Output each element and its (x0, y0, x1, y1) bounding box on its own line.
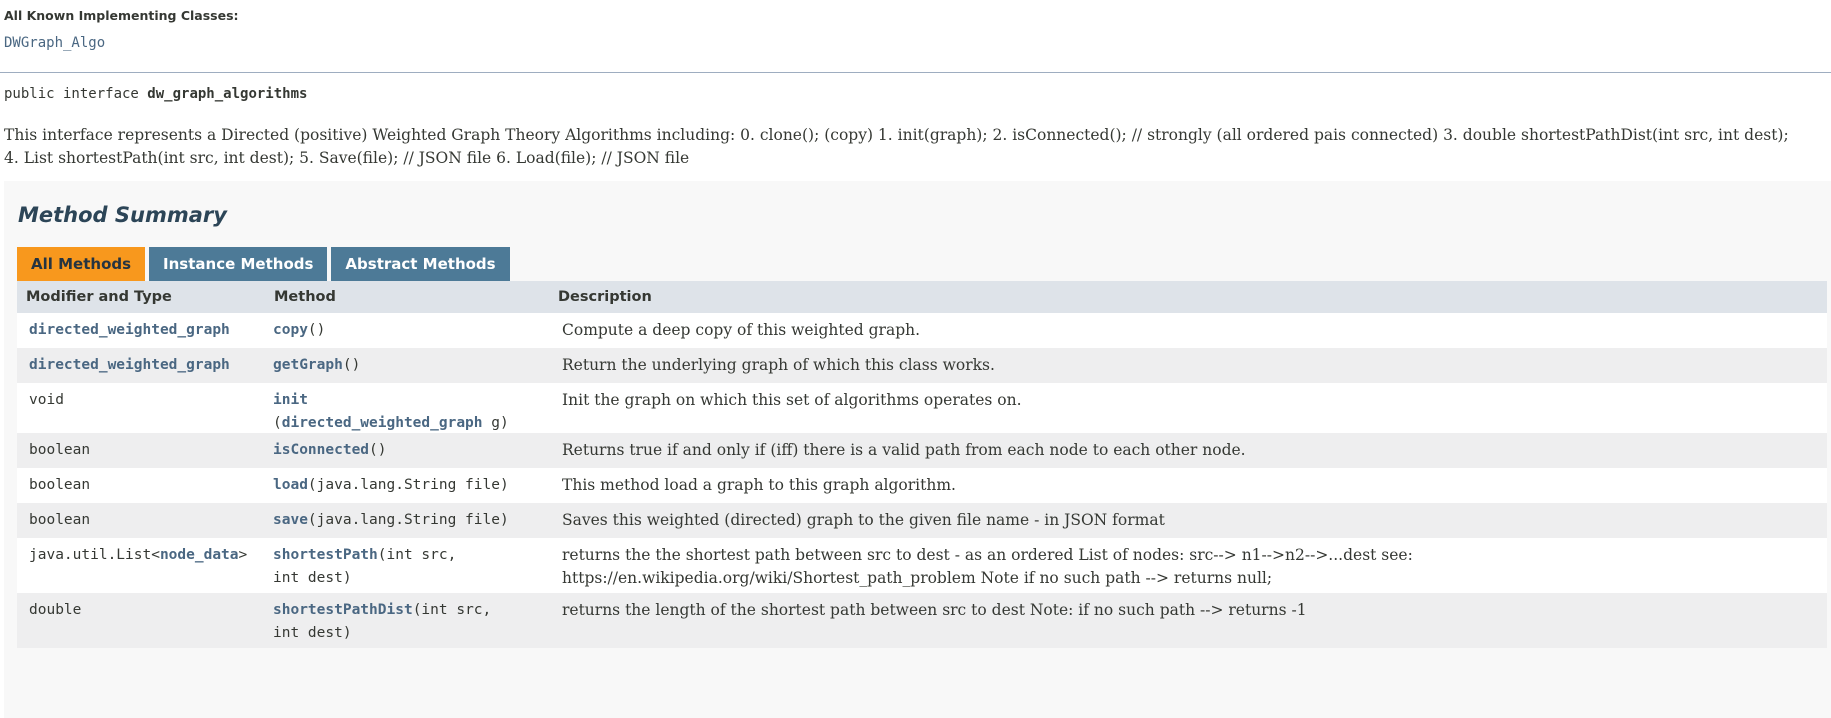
type-link[interactable]: directed_weighted_graph (29, 322, 230, 338)
method-params: () (369, 442, 387, 458)
type-suffix: > (238, 547, 248, 563)
table-header: Modifier and Type Method Description (17, 281, 1827, 313)
method-cell: save(java.lang.String file) (273, 509, 543, 532)
method-description: Saves this weighted (directed) graph to … (562, 511, 1165, 529)
type-text: boolean (29, 512, 91, 528)
param-type-link[interactable]: directed_weighted_graph (282, 415, 483, 431)
method-cell: load(java.lang.String file) (273, 474, 543, 497)
interface-description: This interface represents a Directed (po… (4, 126, 1789, 167)
method-params: () (342, 357, 361, 373)
type-text: void (29, 392, 64, 408)
type-cell: java.util.List<node_data> (29, 547, 247, 563)
method-params-line1: (int src, (377, 547, 457, 563)
type-link[interactable]: directed_weighted_graph (29, 357, 230, 373)
table-row: directed_weighted_graph copy() Compute a… (17, 313, 1827, 348)
divider (0, 72, 1831, 73)
table-row: boolean load(java.lang.String file) This… (17, 468, 1827, 503)
type-prefix: java.util.List< (29, 547, 160, 563)
interface-name: dw_graph_algorithms (147, 86, 308, 102)
method-cell: shortestPathDist(int src, int dest) (273, 599, 543, 645)
type-text: double (29, 602, 82, 618)
method-params: (java.lang.String file) (307, 512, 509, 528)
method-description: Returns true if and only if (iff) there … (562, 441, 1246, 459)
method-params-line1: (int src, (412, 602, 492, 618)
method-link-copy[interactable]: copy (273, 322, 308, 338)
method-cell: isConnected() (273, 439, 543, 462)
method-params-close: g) (482, 415, 509, 431)
method-description: returns the the shortest path between sr… (562, 546, 1413, 587)
header-method: Method (274, 289, 336, 305)
header-modifier-type: Modifier and Type (26, 289, 172, 305)
method-summary-section: Method Summary All Methods Instance Meth… (4, 181, 1831, 718)
type-text: boolean (29, 477, 91, 493)
method-description: Init the graph on which this set of algo… (562, 391, 1022, 409)
interface-signature: public interface dw_graph_algorithms (4, 86, 307, 102)
method-link-save[interactable]: save (273, 512, 308, 528)
table-row: directed_weighted_graph getGraph() Retur… (17, 348, 1827, 383)
tab-abstract-methods[interactable]: Abstract Methods (331, 247, 510, 281)
type-text: boolean (29, 442, 91, 458)
method-cell: init (directed_weighted_graph g) (273, 389, 543, 435)
method-description: returns the length of the shortest path … (562, 601, 1307, 619)
implementing-classes-label: All Known Implementing Classes: (4, 8, 239, 23)
method-description: Compute a deep copy of this weighted gra… (562, 321, 921, 339)
method-link-shortestpathdist[interactable]: shortestPathDist (273, 602, 413, 618)
method-summary-title: Method Summary (18, 203, 227, 227)
type-link[interactable]: node_data (160, 547, 239, 563)
method-cell: getGraph() (273, 354, 543, 377)
method-params: () (307, 322, 326, 338)
table-row: java.util.List<node_data> shortestPath(i… (17, 538, 1827, 593)
tab-instance-methods[interactable]: Instance Methods (149, 247, 328, 281)
method-description: Return the underlying graph of which thi… (562, 356, 995, 374)
method-params-line2: int dest) (273, 570, 352, 586)
method-link-getgraph[interactable]: getGraph (273, 357, 343, 373)
table-row: boolean save(java.lang.String file) Save… (17, 503, 1827, 538)
method-table: Modifier and Type Method Description dir… (17, 281, 1827, 648)
method-params-line2: int dest) (273, 625, 352, 641)
table-row: boolean isConnected() Returns true if an… (17, 433, 1827, 468)
method-params-open: ( (273, 415, 282, 431)
method-link-init[interactable]: init (273, 392, 308, 408)
signature-prefix: public interface (4, 86, 148, 102)
method-link-shortestpath[interactable]: shortestPath (273, 547, 378, 563)
implementing-class-link[interactable]: DWGraph_Algo (4, 35, 105, 51)
method-params: (java.lang.String file) (307, 477, 509, 493)
method-cell: copy() (273, 319, 543, 342)
method-link-load[interactable]: load (273, 477, 308, 493)
table-row: double shortestPathDist(int src, int dest… (17, 593, 1827, 648)
method-cell: shortestPath(int src, int dest) (273, 544, 543, 590)
header-description: Description (558, 289, 652, 305)
method-tabs: All Methods Instance Methods Abstract Me… (17, 247, 514, 281)
table-row: void init (directed_weighted_graph g) Ini… (17, 383, 1827, 433)
method-description: This method load a graph to this graph a… (562, 476, 956, 494)
tab-all-methods[interactable]: All Methods (17, 247, 146, 281)
method-link-isconnected[interactable]: isConnected (273, 442, 369, 458)
